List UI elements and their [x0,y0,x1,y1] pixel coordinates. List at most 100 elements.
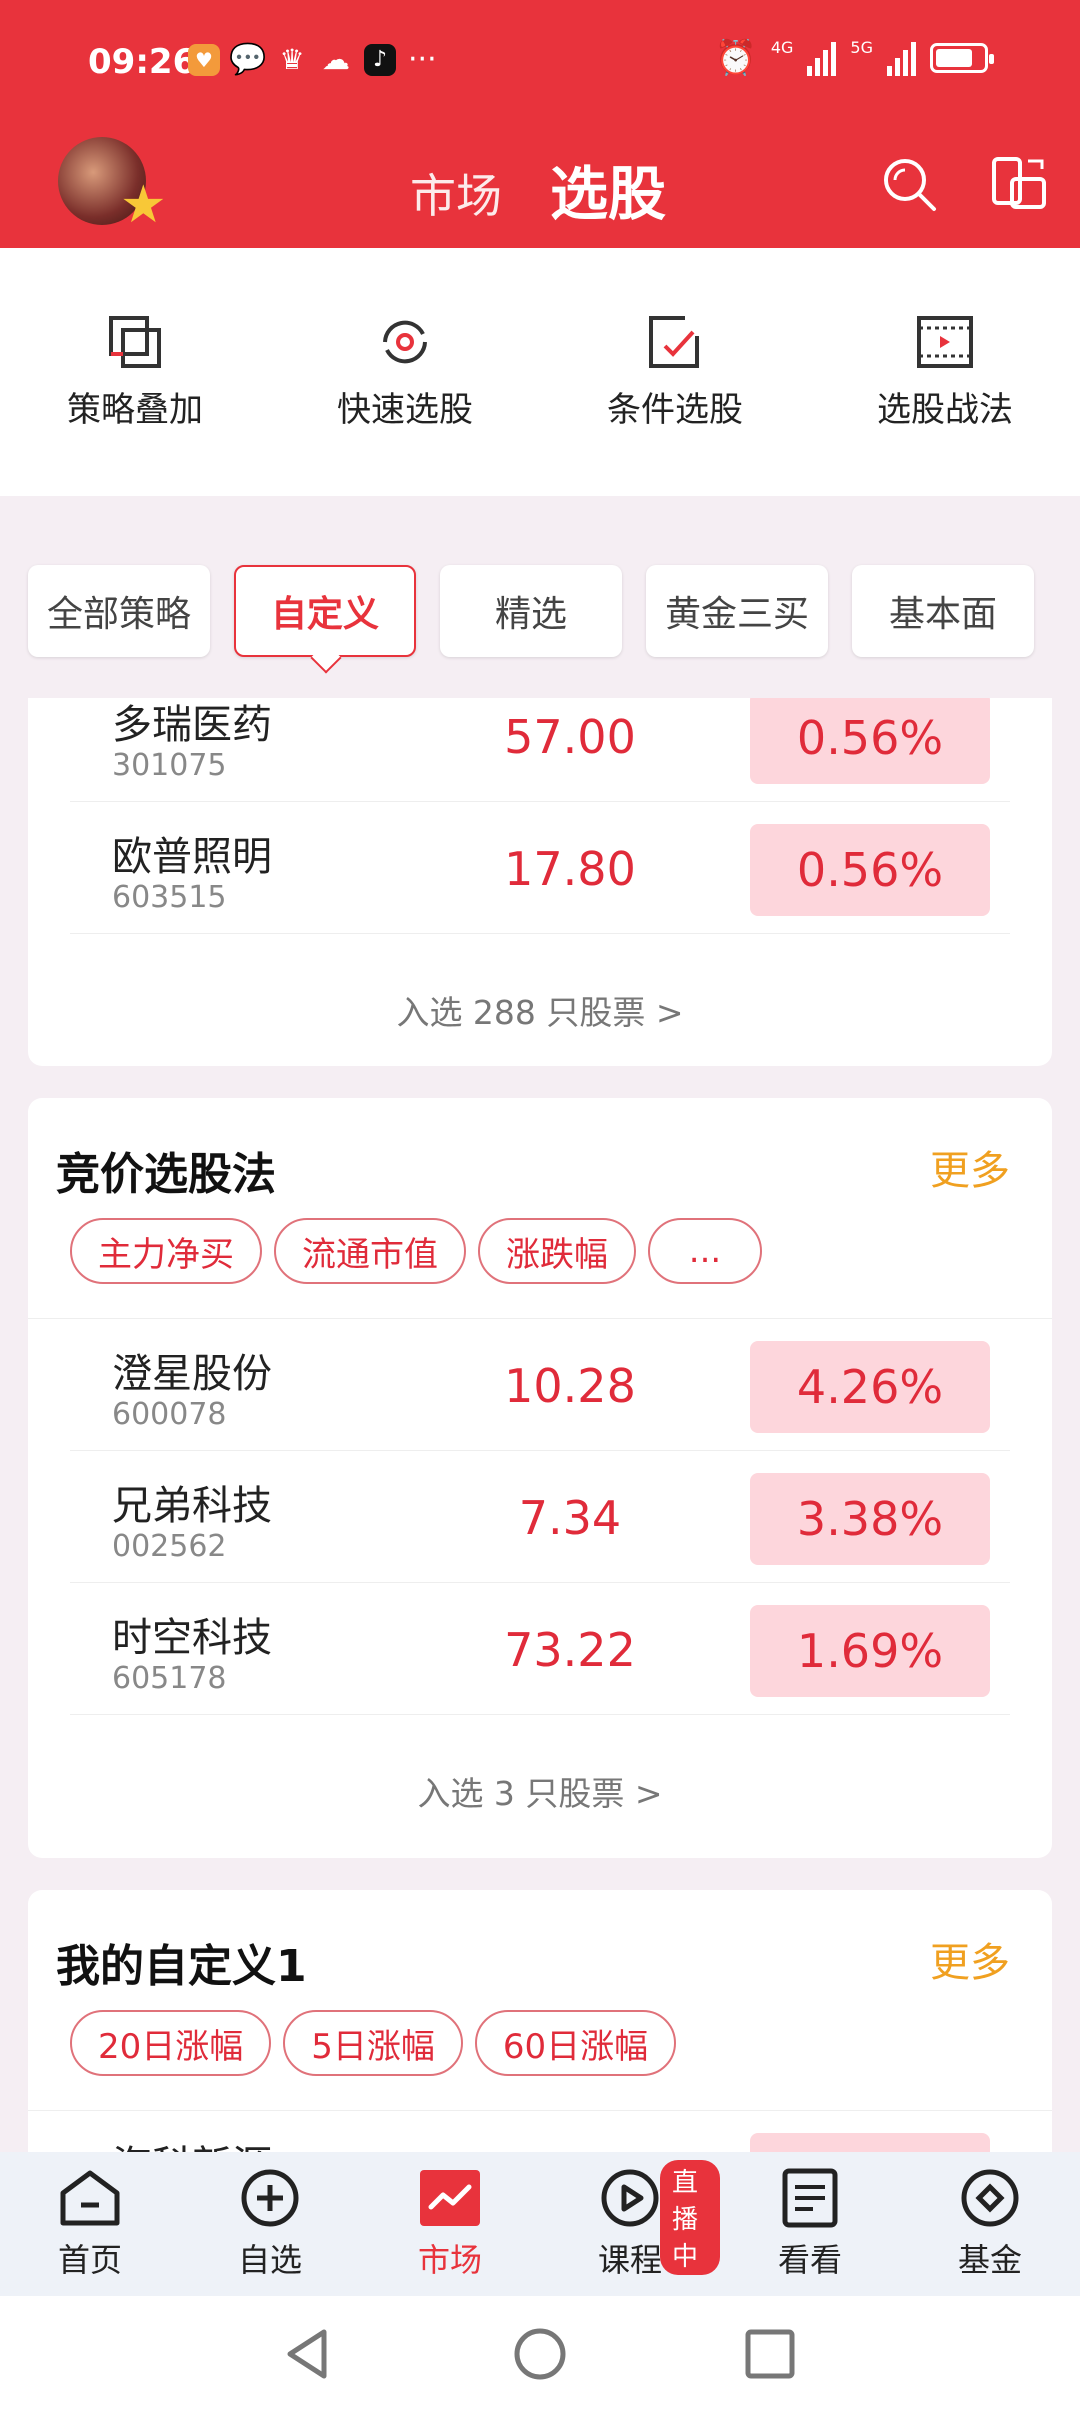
stock-row[interactable]: 多瑞医药 301075 57.00 0.56% [70,698,1010,802]
stock-code: 301075 [112,748,227,783]
condition-tag[interactable]: 5日涨幅 [283,2010,463,2076]
market-chart-icon [420,2170,480,2226]
stock-change-badge: 4.26% [750,1341,990,1433]
more-link[interactable]: 更多 [930,1138,1010,1196]
stock-name: 兄弟科技 [112,1483,272,1529]
toolbar-label: 选股战法 [877,389,1013,430]
stock-price: 73.22 [504,1623,636,1677]
selected-count-link[interactable]: 入选 288 只股票 > [28,934,1052,1034]
selected-count-link[interactable]: 入选 3 只股票 > [28,1715,1052,1815]
stock-row[interactable]: 澄星股份 600078 10.28 4.26% [70,1319,1010,1451]
card-title: 我的自定义1 [56,1941,307,1992]
refresh-icon [383,320,427,363]
nav-courses[interactable]: 课程 直播中 [540,2152,720,2296]
fund-diamond-icon [961,2169,1019,2227]
condition-pick-button[interactable]: 条件选股 [540,248,810,496]
search-icon[interactable] [878,153,942,217]
toolbar-label: 条件选股 [607,389,743,430]
pick-tactics-button[interactable]: 选股战法 [810,248,1080,496]
stock-row[interactable]: 欧普照明 603515 17.80 0.56% [70,802,1010,934]
nav-watch[interactable]: 看看 [720,2152,900,2296]
alarm-icon: ⏰ [714,38,757,78]
layers-icon [109,315,161,368]
more-link[interactable]: 更多 [930,1930,1010,1988]
bottom-navigation: 首页 自选 市场 课程 直播中 看看 基金 [0,2152,1080,2296]
home-circle-icon[interactable] [512,2326,568,2382]
tab-golden-three-buy[interactable]: 黄金三买 [646,565,828,657]
star-badge-icon: ★ [120,175,167,235]
crown-icon: ♛ [279,43,305,76]
live-badge: 直播中 [660,2160,720,2275]
stock-name: 时空科技 [112,1615,272,1661]
stock-row[interactable]: 时空科技 605178 73.22 1.69% [70,1583,1010,1715]
more-notifications-icon: ··· [408,42,437,77]
stock-price: 57.00 [504,710,636,764]
tab-fundamentals[interactable]: 基本面 [852,565,1034,657]
stock-code: 600078 [112,1397,227,1432]
stock-row[interactable]: 兄弟科技 002562 7.34 3.38% [70,1451,1010,1583]
stock-name: 欧普照明 [112,834,272,880]
more-conditions-tag[interactable]: ... [648,1218,762,1284]
signal-type-label: 5G [850,38,873,57]
condition-tag[interactable]: 涨跌幅 [478,1218,636,1284]
nav-label: 基金 [957,2241,1022,2279]
nav-label: 看看 [777,2241,842,2279]
strategy-overlay-button[interactable]: 策略叠加 [0,248,270,496]
nav-fund[interactable]: 基金 [900,2152,1080,2296]
tab-custom[interactable]: 自定义 [234,565,416,657]
system-navigation-bar [0,2296,1080,2412]
play-circle-icon [601,2169,659,2227]
tab-featured[interactable]: 精选 [440,565,622,657]
status-time: 09:26 [88,42,197,82]
condition-tag[interactable]: 60日涨幅 [474,2010,677,2076]
stock-code: 603515 [112,880,227,915]
app-header: ★ 市场 选股 [0,125,1080,248]
condition-tag[interactable]: 主力净买 [70,1218,262,1284]
stock-change-badge: 0.56% [750,698,990,784]
back-icon[interactable] [280,2326,336,2382]
strategy-tabs: 全部策略 自定义 精选 黄金三买 基本面 [28,565,1034,657]
stock-row[interactable]: 海科新源 [70,2111,1010,2152]
stock-change-badge: 3.38% [750,1473,990,1565]
checklist-icon [649,315,699,368]
toolbar-label: 快速选股 [337,389,473,430]
stock-change-badge: 1.69% [750,1605,990,1697]
signal-icon [807,40,837,76]
toolbar-label: 策略叠加 [67,389,203,430]
switch-device-icon[interactable] [988,153,1052,217]
stock-code: 605178 [112,1661,227,1696]
home-icon [60,2170,120,2226]
battery-icon [930,43,994,73]
message-icon: 💬 [229,42,267,77]
tiktok-icon: ♪ [364,43,396,76]
add-circle-icon [241,2169,299,2227]
tab-all-strategies[interactable]: 全部策略 [28,565,210,657]
wechat-icon: ☁ [322,43,350,76]
notification-app-icon: ♥ [188,43,220,76]
strategy-card: 我的自定义1 更多 20日涨幅 5日涨幅 60日涨幅 海科新源 [28,1890,1052,2152]
stock-change-badge [750,2133,990,2152]
card-title: 竞价选股法 [56,1149,276,1200]
nav-watchlist[interactable]: 自选 [180,2152,360,2296]
document-icon [782,2168,838,2228]
nav-label: 自选 [237,2241,302,2279]
feature-toolbar: 策略叠加 快速选股 条件选股 选股战法 [0,248,1080,496]
condition-tag[interactable]: 流通市值 [274,1218,466,1284]
system-status: ⏰ 4G 5G [714,38,994,78]
strategy-card: 竞价选股法 更多 主力净买 流通市值 涨跌幅 ... 澄星股份 600078 1… [28,1098,1052,1858]
condition-tag[interactable]: 20日涨幅 [70,2010,272,2076]
nav-market[interactable]: 市场 [360,2152,540,2296]
recents-icon[interactable] [742,2326,798,2382]
signal-icon [887,40,916,76]
tab-stock-pick[interactable]: 选股 [550,147,666,231]
quick-pick-button[interactable]: 快速选股 [270,248,540,496]
stock-price: 17.80 [504,842,636,896]
nav-home[interactable]: 首页 [0,2152,180,2296]
stock-change-badge: 0.56% [750,824,990,916]
condition-tags: 20日涨幅 5日涨幅 60日涨幅 [70,2010,677,2076]
tab-market[interactable]: 市场 [410,160,502,226]
stock-name: 多瑞医药 [112,702,272,748]
nav-label: 市场 [417,2241,482,2279]
stock-name: 海科新源 [112,2133,272,2152]
video-icon [917,315,973,368]
